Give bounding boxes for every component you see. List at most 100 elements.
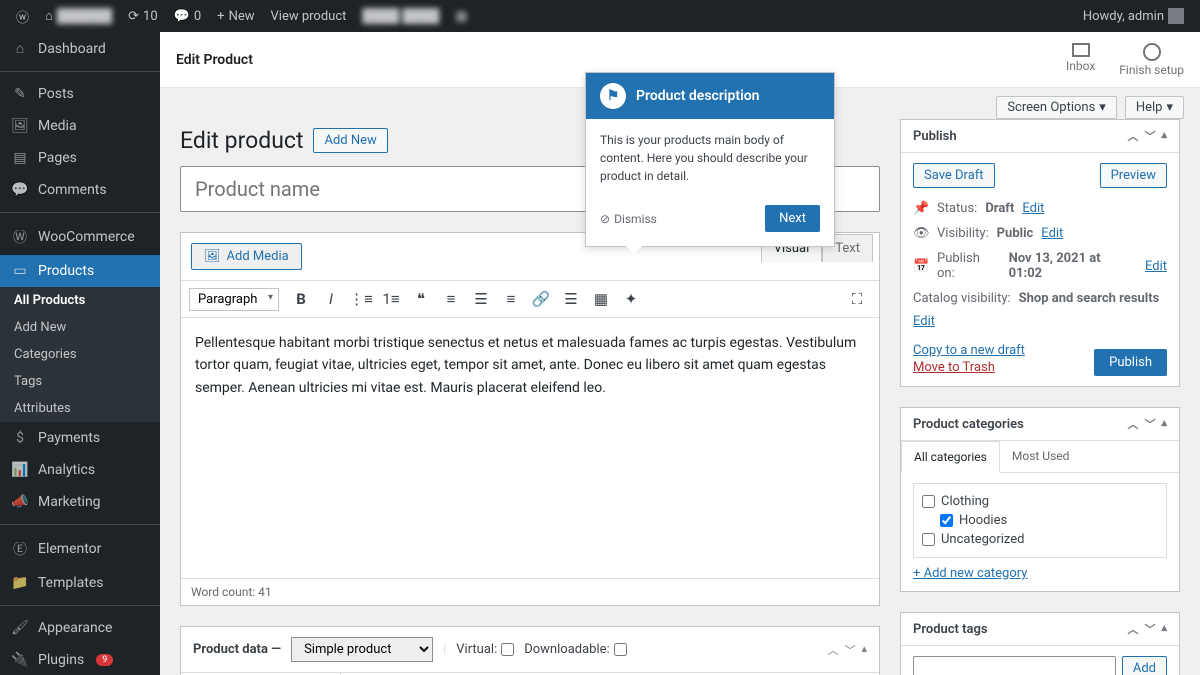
- new-content[interactable]: + New: [209, 0, 262, 32]
- menu-icon: ✎: [10, 86, 30, 102]
- save-draft-button[interactable]: Save Draft: [913, 163, 995, 188]
- align-right-icon[interactable]: ≡: [497, 285, 525, 313]
- all-categories-tab[interactable]: All categories: [901, 441, 1000, 473]
- menu-icon: 🖌: [10, 620, 30, 636]
- panel-up-icon[interactable]: ︿: [1127, 416, 1138, 432]
- panel-down-icon[interactable]: ﹀: [844, 642, 855, 658]
- edit-status-link[interactable]: Edit: [1022, 201, 1044, 216]
- tags-input[interactable]: [913, 656, 1116, 675]
- updates[interactable]: ⟳ 10: [120, 0, 166, 32]
- format-select[interactable]: Paragraph: [189, 288, 279, 311]
- add-new-button[interactable]: Add New: [313, 128, 387, 153]
- read-more-icon[interactable]: ☰: [557, 285, 585, 313]
- italic-icon[interactable]: I: [317, 285, 345, 313]
- panel-up-icon[interactable]: ︿: [1127, 621, 1138, 637]
- star-icon[interactable]: ✦: [617, 285, 645, 313]
- toolbar-toggle-icon[interactable]: ▦: [587, 285, 615, 313]
- categories-title: Product categories: [913, 417, 1024, 432]
- submenu-attributes[interactable]: Attributes: [0, 395, 160, 422]
- quote-icon[interactable]: ❝: [407, 285, 435, 313]
- menu-icon: ⌂: [10, 40, 30, 57]
- wp-logo[interactable]: ⓦ: [8, 0, 37, 32]
- editor-toolbar: Paragraph B I ⋮≡ 1≡ ❝ ≡ ☰ ≡ 🔗 ☰ ▦ ✦ ⛶: [181, 280, 879, 318]
- bold-icon[interactable]: B: [287, 285, 315, 313]
- finish-setup-button[interactable]: Finish setup: [1119, 43, 1184, 77]
- help-tab[interactable]: Help ▾: [1125, 96, 1184, 119]
- align-center-icon[interactable]: ☰: [467, 285, 495, 313]
- menu-icon: $: [10, 430, 30, 446]
- category-clothing[interactable]: Clothing: [922, 492, 1158, 511]
- downloadable-toggle[interactable]: Downloadable:: [524, 642, 626, 657]
- add-tag-button[interactable]: Add: [1122, 656, 1167, 675]
- view-product[interactable]: View product: [263, 0, 355, 32]
- menu-icon: ▤: [10, 150, 30, 166]
- menu-icon: Ⓦ: [10, 227, 30, 247]
- panel-down-icon[interactable]: ﹀: [1144, 416, 1155, 432]
- category-hoodies[interactable]: Hoodies: [940, 511, 1158, 530]
- panel-toggle-icon[interactable]: ▴: [1161, 621, 1167, 637]
- submenu-all-products[interactable]: All Products: [0, 287, 160, 314]
- site-home[interactable]: ⌂ ██████: [37, 0, 120, 32]
- sidebar-item-elementor[interactable]: ⒺElementor: [0, 531, 160, 567]
- editor-content[interactable]: Pellentesque habitant morbi tristique se…: [181, 318, 879, 578]
- panel-up-icon[interactable]: ︿: [1127, 128, 1138, 144]
- menu-icon: 🖼: [10, 118, 30, 134]
- sidebar-item-templates[interactable]: 📁Templates: [0, 567, 160, 599]
- sidebar-item-posts[interactable]: ✎Posts: [0, 78, 160, 110]
- numbered-list-icon[interactable]: 1≡: [377, 285, 405, 313]
- submenu-categories[interactable]: Categories: [0, 341, 160, 368]
- preview-button[interactable]: Preview: [1100, 163, 1167, 188]
- sidebar-item-analytics[interactable]: 📊Analytics: [0, 454, 160, 486]
- menu-icon: Ⓔ: [10, 539, 30, 559]
- publish-button[interactable]: Publish: [1094, 349, 1167, 376]
- panel-down-icon[interactable]: ﹀: [1144, 621, 1155, 637]
- panel-down-icon[interactable]: ﹀: [1144, 128, 1155, 144]
- edit-catalog-link[interactable]: Edit: [913, 314, 935, 329]
- sidebar-item-products[interactable]: ▭Products: [0, 255, 160, 287]
- edit-date-link[interactable]: Edit: [1145, 259, 1167, 274]
- sidebar-item-pages[interactable]: ▤Pages: [0, 142, 160, 174]
- pending-comments[interactable]: 💬 0: [166, 0, 210, 32]
- edit-visibility-link[interactable]: Edit: [1041, 226, 1063, 241]
- panel-up-icon[interactable]: ︿: [827, 642, 838, 658]
- tags-panel: Product tags ︿﹀▴ Add Separate tags with …: [900, 612, 1180, 675]
- sidebar-item-comments[interactable]: 💬Comments: [0, 174, 160, 206]
- panel-toggle-icon[interactable]: ▴: [1161, 416, 1167, 432]
- product-type-select[interactable]: Simple product: [291, 637, 433, 662]
- align-left-icon[interactable]: ≡: [437, 285, 465, 313]
- move-trash-link[interactable]: Move to Trash: [913, 359, 1025, 376]
- panel-toggle-icon[interactable]: ▴: [861, 642, 867, 658]
- inbox-button[interactable]: Inbox: [1066, 43, 1095, 77]
- blurred-icon[interactable]: ▦: [447, 0, 475, 32]
- sidebar-item-media[interactable]: 🖼Media: [0, 110, 160, 142]
- most-used-tab[interactable]: Most Used: [1000, 441, 1082, 472]
- sidebar-item-marketing[interactable]: 📣Marketing: [0, 486, 160, 518]
- submenu-tags[interactable]: Tags: [0, 368, 160, 395]
- panel-toggle-icon[interactable]: ▴: [1161, 128, 1167, 144]
- sidebar-item-appearance[interactable]: 🖌Appearance: [0, 612, 160, 644]
- submenu-add-new[interactable]: Add New: [0, 314, 160, 341]
- sidebar-item-dashboard[interactable]: ⌂Dashboard: [0, 32, 160, 65]
- dismiss-button[interactable]: ⊘ Dismiss: [600, 212, 657, 226]
- virtual-toggle[interactable]: Virtual:: [456, 642, 514, 657]
- blurred-item[interactable]: ████ ████: [354, 0, 447, 32]
- flag-icon: ⚑: [600, 83, 626, 109]
- page-title: Edit product: [180, 127, 303, 154]
- add-category-link[interactable]: + Add new category: [913, 566, 1027, 581]
- sidebar-item-woocommerce[interactable]: ⓌWooCommerce: [0, 219, 160, 255]
- sidebar-item-payments[interactable]: $Payments: [0, 422, 160, 454]
- bullet-list-icon[interactable]: ⋮≡: [347, 285, 375, 313]
- category-uncategorized[interactable]: Uncategorized: [922, 530, 1158, 549]
- next-button[interactable]: Next: [765, 205, 820, 232]
- howdy-account[interactable]: Howdy, admin: [1075, 0, 1192, 32]
- link-icon[interactable]: 🔗: [527, 285, 555, 313]
- product-data-title: Product data —: [193, 642, 281, 657]
- add-media-button[interactable]: 🖼 Add Media: [191, 243, 302, 270]
- publish-panel: Publish ︿﹀▴ Save Draft Preview 📌Status: …: [900, 119, 1180, 387]
- copy-draft-link[interactable]: Copy to a new draft: [913, 342, 1025, 359]
- calendar-icon: 📅: [913, 259, 929, 274]
- admin-bar: ⓦ ⌂ ██████ ⟳ 10 💬 0 + New View product █…: [0, 0, 1200, 32]
- fullscreen-icon[interactable]: ⛶: [843, 285, 871, 313]
- sidebar-item-plugins[interactable]: 🔌Plugins9: [0, 644, 160, 675]
- screen-options-tab[interactable]: Screen Options ▾: [996, 96, 1117, 119]
